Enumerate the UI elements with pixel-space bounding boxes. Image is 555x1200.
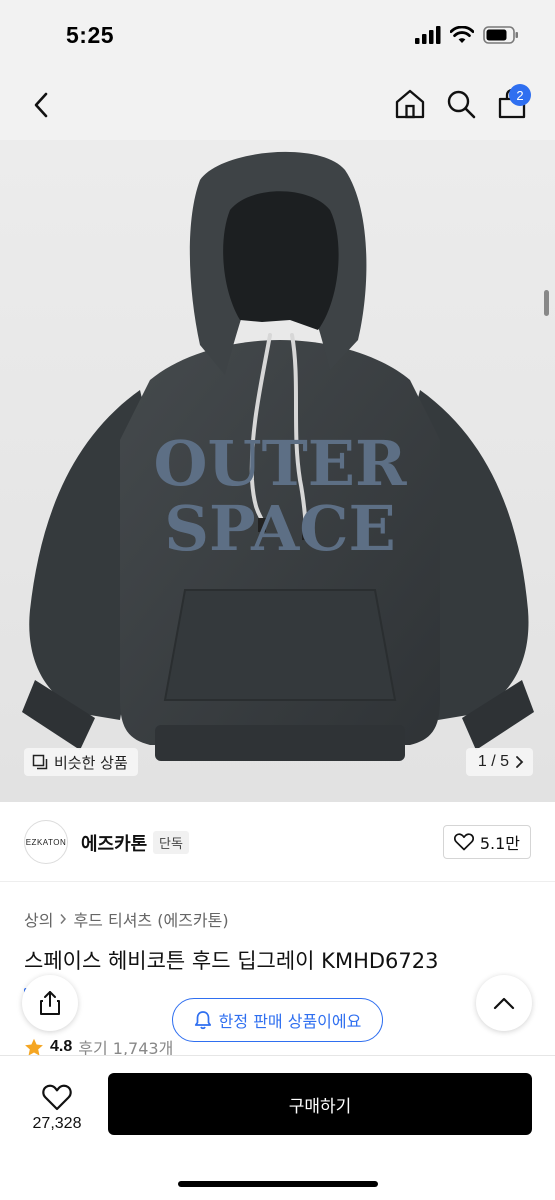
chevron-right-icon	[60, 914, 67, 924]
buy-button[interactable]: 구매하기	[108, 1073, 532, 1135]
cart-count-badge: 2	[509, 84, 531, 106]
hoodie-photo: OUTER SPACE	[0, 140, 555, 802]
search-icon	[447, 90, 476, 119]
print-line1: OUTER	[154, 427, 407, 500]
heart-icon	[42, 1084, 72, 1110]
search-button[interactable]	[444, 87, 478, 121]
status-time: 5:25	[66, 22, 115, 48]
copy-icon	[32, 754, 48, 770]
limited-sale-notice[interactable]: 한정 판매 상품이에요	[172, 998, 383, 1042]
bell-icon	[194, 1011, 211, 1030]
chevron-right-icon	[516, 756, 524, 768]
home-icon	[395, 89, 425, 119]
product-title: 스페이스 헤비코튼 후드 딥그레이 KMHD6723	[24, 949, 439, 973]
image-counter[interactable]: 1 / 5	[465, 748, 533, 776]
chevron-up-icon	[493, 997, 515, 1010]
print-line2: SPACE	[164, 492, 396, 565]
battery-icon	[483, 26, 519, 48]
purchase-bar: 27,328 구매하기	[0, 1055, 555, 1200]
brand-like-button[interactable]: 5.1만	[442, 825, 531, 859]
breadcrumb-item[interactable]: 후드 티셔츠 (에즈카톤)	[73, 907, 228, 931]
brand-logo[interactable]: EZKATON	[24, 820, 68, 864]
brand-row[interactable]: EZKATON 에즈카톤 단독 5.1만	[0, 802, 555, 882]
home-indicator	[178, 1181, 378, 1187]
scroll-indicator[interactable]	[544, 290, 549, 316]
limited-sale-label: 한정 판매 상품이에요	[218, 1012, 362, 1031]
back-icon	[34, 92, 48, 118]
signal-icon	[415, 26, 441, 48]
brand-like-count: 5.1만	[479, 834, 520, 853]
product-image-carousel[interactable]: OUTER SPACE	[0, 140, 555, 802]
breadcrumb-item[interactable]: 상의	[24, 907, 53, 931]
exclusive-badge: 단독	[153, 831, 189, 854]
wishlist-count: 27,328	[32, 1114, 82, 1132]
similar-products-label: 비슷한 상품	[54, 753, 128, 772]
back-button[interactable]	[26, 90, 56, 120]
image-counter-text: 1 / 5	[477, 753, 509, 770]
brand-logo-text: EZKATON	[25, 837, 67, 847]
wifi-icon	[449, 25, 475, 48]
scroll-to-top-button[interactable]	[476, 975, 532, 1031]
heart-icon	[453, 833, 474, 851]
star-icon	[25, 1038, 43, 1056]
wishlist-button[interactable]: 27,328	[22, 1076, 92, 1140]
status-icons	[415, 25, 519, 48]
share-button[interactable]	[22, 975, 78, 1031]
breadcrumb: 상의 후드 티셔츠 (에즈카톤)	[24, 907, 229, 931]
share-icon	[40, 991, 60, 1015]
brand-name[interactable]: 에즈카톤	[81, 830, 147, 856]
status-bar: 5:25	[0, 0, 555, 70]
app-header: 2	[0, 70, 555, 140]
similar-products-button[interactable]: 비슷한 상품	[24, 748, 138, 776]
home-button[interactable]	[393, 87, 427, 121]
rating-value: 4.8	[50, 1038, 73, 1055]
